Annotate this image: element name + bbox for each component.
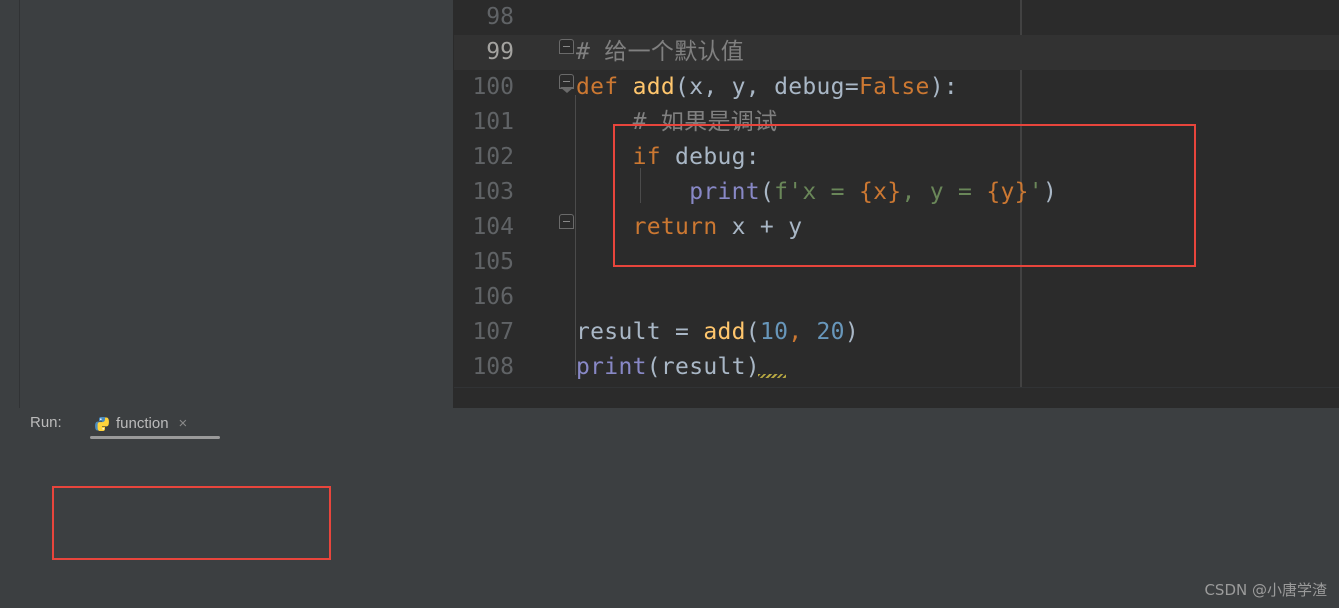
line-number: 102 [472, 144, 514, 170]
left-tool-rail-top [0, 0, 20, 408]
code-line[interactable]: 103 print(f'x = {x}, y = {y}') [454, 175, 1339, 210]
code-line[interactable]: 102 if debug: [454, 140, 1339, 175]
line-number: 107 [472, 319, 514, 345]
code-text: if debug: [632, 144, 760, 170]
line-number: 100 [472, 74, 514, 100]
line-number: 99 [486, 39, 514, 65]
error-squiggle [758, 374, 786, 378]
watermark: CSDN @小唐学渣 [1204, 581, 1327, 599]
code-text: print(result) [576, 354, 760, 380]
code-line[interactable]: 100 def add(x, y, debug=False): [454, 70, 1339, 105]
run-label: Run: [30, 414, 62, 431]
code-text: # 给一个默认值 [576, 39, 745, 65]
editor-bottom-strip [454, 387, 1339, 408]
line-number: 98 [486, 4, 514, 30]
code-line[interactable]: 101 # 如果是调试 [454, 105, 1339, 140]
code-text: result = add(10, 20) [576, 319, 859, 345]
run-tab-function[interactable]: function × [88, 411, 193, 436]
line-number: 104 [472, 214, 514, 240]
code-editor[interactable]: 98 99 # 给一个默认值 100 def add(x, y, debug=False… [454, 0, 1339, 387]
fold-marker-comment[interactable] [559, 39, 574, 54]
run-panel: Run: function × Bookmarks [0, 408, 1339, 608]
line-number: 105 [472, 249, 514, 275]
code-text: # 如果是调试 [576, 109, 778, 135]
line-number: 101 [472, 109, 514, 135]
run-panel-header: Run: function × [20, 408, 1339, 439]
code-text: return x + y [632, 214, 803, 240]
run-tab-active-indicator [90, 436, 220, 439]
line-number: 106 [472, 284, 514, 310]
close-icon[interactable]: × [179, 415, 188, 432]
left-empty-panel [0, 0, 454, 408]
code-line[interactable]: 108 print(result) [454, 350, 1339, 385]
code-text: def add(x, y, debug=False): [576, 74, 959, 100]
fold-marker-def[interactable] [559, 74, 574, 93]
line-number: 108 [472, 354, 514, 380]
code-text: print(f'x = {x}, y = {y}') [689, 179, 1058, 205]
editor-zone: 98 99 # 给一个默认值 100 def add(x, y, debug=False… [0, 0, 1339, 408]
run-tab-label: function [116, 415, 169, 432]
fold-marker-end[interactable] [559, 214, 574, 229]
code-line[interactable]: 99 # 给一个默认值 [454, 35, 1339, 70]
indent-guide [575, 95, 576, 375]
ide-window: 98 99 # 给一个默认值 100 def add(x, y, debug=False… [0, 0, 1339, 608]
python-icon [94, 416, 110, 432]
console-highlight-box [52, 486, 331, 560]
code-line[interactable]: 105 [454, 245, 1339, 280]
code-line[interactable]: 104 return x + y [454, 210, 1339, 245]
indent-guide [640, 168, 641, 203]
line-number: 103 [472, 179, 514, 205]
code-line[interactable]: 98 [454, 0, 1339, 35]
code-line[interactable]: 107 result = add(10, 20) [454, 315, 1339, 350]
code-line[interactable]: 106 [454, 280, 1339, 315]
